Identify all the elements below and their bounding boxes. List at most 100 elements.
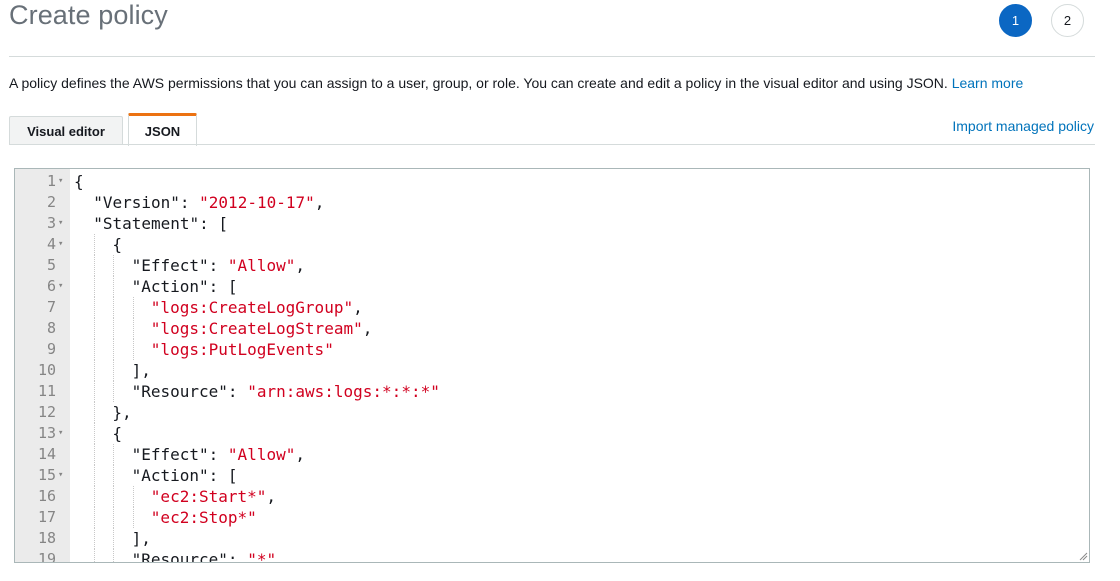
json-string-token: "arn:aws:logs:*:*:*" (247, 382, 440, 401)
code-text: "logs:PutLogEvents" (151, 339, 334, 360)
code-line[interactable]: 12}, (15, 402, 1089, 423)
indent-guide (94, 360, 96, 381)
json-string-token: "*" (247, 550, 277, 563)
code-text: ], (132, 528, 151, 549)
code-text: { (112, 423, 122, 444)
code-line[interactable]: 9 "logs:PutLogEvents" (15, 339, 1089, 360)
json-punctuation-token: "Resource": (131, 550, 248, 563)
json-punctuation-token: "Resource": (131, 382, 248, 401)
tab-visual-editor[interactable]: Visual editor (9, 116, 123, 145)
fold-arrow-icon[interactable]: ▾ (58, 276, 68, 297)
code-line[interactable]: 2 "Version": "2012-10-17", (15, 192, 1089, 213)
code-line[interactable]: 18], (15, 528, 1089, 549)
code-line[interactable]: 16 "ec2:Start*", (15, 486, 1089, 507)
indent-guide (94, 423, 96, 444)
code-text: "logs:CreateLogGroup", (151, 297, 363, 318)
code-text: "Effect": "Allow", (132, 444, 305, 465)
code-line[interactable]: 6 ▾ "Action": [ (15, 276, 1089, 297)
code-line[interactable]: 5 "Effect": "Allow", (15, 255, 1089, 276)
json-string-token: "Allow" (227, 256, 296, 275)
tab-json[interactable]: JSON (128, 113, 197, 146)
indent-guide (94, 255, 96, 276)
indent-guide (132, 507, 134, 528)
json-string-token: "ec2:Stop*" (150, 508, 257, 527)
code-text: "Version": "2012-10-17", (93, 192, 324, 213)
import-managed-policy-link[interactable]: Import managed policy (952, 118, 1094, 134)
indent-guide (94, 465, 96, 486)
json-punctuation-token: ], (131, 361, 151, 380)
code-line[interactable]: 3 ▾ "Statement": [ (15, 213, 1089, 234)
indent-guide (94, 339, 96, 360)
json-punctuation-token: , (314, 193, 325, 212)
divider (9, 56, 1095, 57)
json-punctuation-token: , (266, 487, 277, 506)
code-line[interactable]: 8 "logs:CreateLogStream", (15, 318, 1089, 339)
fold-arrow-icon[interactable]: ▾ (58, 423, 68, 444)
code-text: "Resource": "*" (131, 549, 277, 563)
line-number: 13 (37, 424, 56, 442)
code-line[interactable]: 15 ▾ "Action": [ (15, 465, 1089, 486)
fold-arrow-icon[interactable]: ▾ (58, 213, 68, 234)
json-string-token: "logs:CreateLogGroup" (150, 298, 354, 317)
code-line[interactable]: 11 "Resource": "arn:aws:logs:*:*:*" (15, 381, 1089, 402)
fold-arrow-icon[interactable]: ▾ (58, 234, 68, 255)
line-number: 17 (37, 508, 56, 526)
indent-guide (113, 444, 115, 465)
code-line[interactable]: 17 "ec2:Stop*" (15, 507, 1089, 528)
fold-arrow-icon[interactable]: ▾ (58, 171, 68, 192)
learn-more-link[interactable]: Learn more (952, 75, 1024, 91)
json-editor[interactable]: 1 ▾{2 "Version": "2012-10-17", 3 ▾ "Statement… (14, 168, 1090, 563)
fold-arrow-icon[interactable]: ▾ (58, 465, 68, 486)
step-2-indicator[interactable]: 2 (1051, 4, 1084, 37)
line-number: 11 (37, 382, 56, 400)
indent-guide (94, 276, 96, 297)
json-punctuation-token: , (295, 445, 305, 464)
code-line[interactable]: 19 "Resource": "*" (15, 549, 1089, 563)
code-line[interactable]: 10], (15, 360, 1089, 381)
indent-guide (132, 339, 134, 360)
indent-guide (94, 507, 96, 528)
code-text: "Action": [ (132, 465, 238, 486)
code-text: { (74, 171, 84, 192)
indent-guide (94, 486, 96, 507)
code-lines: 1 ▾{2 "Version": "2012-10-17", 3 ▾ "Statement… (15, 171, 1089, 563)
description-text: A policy defines the AWS permissions tha… (9, 75, 948, 91)
json-punctuation-token: { (112, 424, 123, 443)
line-number: 14 (37, 445, 56, 463)
line-number: 2 (46, 193, 56, 211)
code-text: "Effect": "Allow", (132, 255, 305, 276)
indent-guide (113, 507, 115, 528)
code-text: "ec2:Start*", (151, 486, 276, 507)
json-punctuation-token: , (295, 256, 305, 275)
indent-guide (94, 318, 96, 339)
code-line[interactable]: 4 ▾ { (15, 234, 1089, 255)
code-line[interactable]: 1 ▾ { (15, 171, 1089, 192)
code-text: "ec2:Stop*" (151, 507, 257, 528)
indent-guide (94, 381, 96, 402)
json-string-token: "Allow" (227, 445, 296, 464)
code-line[interactable]: 7 "logs:CreateLogGroup", (15, 297, 1089, 318)
json-punctuation-token: , (353, 298, 363, 317)
json-punctuation-token: { (112, 235, 123, 254)
step-1-indicator[interactable]: 1 (999, 4, 1032, 37)
line-number: 6 (46, 277, 56, 295)
line-number: 7 (46, 298, 56, 316)
indent-guide (113, 339, 115, 360)
tabs-divider (9, 144, 1095, 145)
code-line[interactable]: 13 ▾ { (15, 423, 1089, 444)
indent-guide (113, 465, 115, 486)
code-text: { (112, 234, 122, 255)
policy-description: A policy defines the AWS permissions tha… (9, 74, 1023, 92)
indent-guide (113, 297, 115, 318)
json-string-token: "2012-10-17" (199, 193, 315, 212)
page-title: Create policy (9, 0, 168, 30)
json-punctuation-token: "Effect": (131, 256, 228, 275)
line-number: 15 (37, 466, 56, 484)
code-line[interactable]: 14 "Effect": "Allow", (15, 444, 1089, 465)
json-punctuation-token: , (362, 319, 373, 338)
line-number: 10 (37, 361, 56, 379)
resize-handle-icon[interactable] (1078, 551, 1088, 561)
line-number: 5 (46, 256, 56, 274)
code-text: }, (112, 402, 131, 423)
code-text: ], (132, 360, 151, 381)
